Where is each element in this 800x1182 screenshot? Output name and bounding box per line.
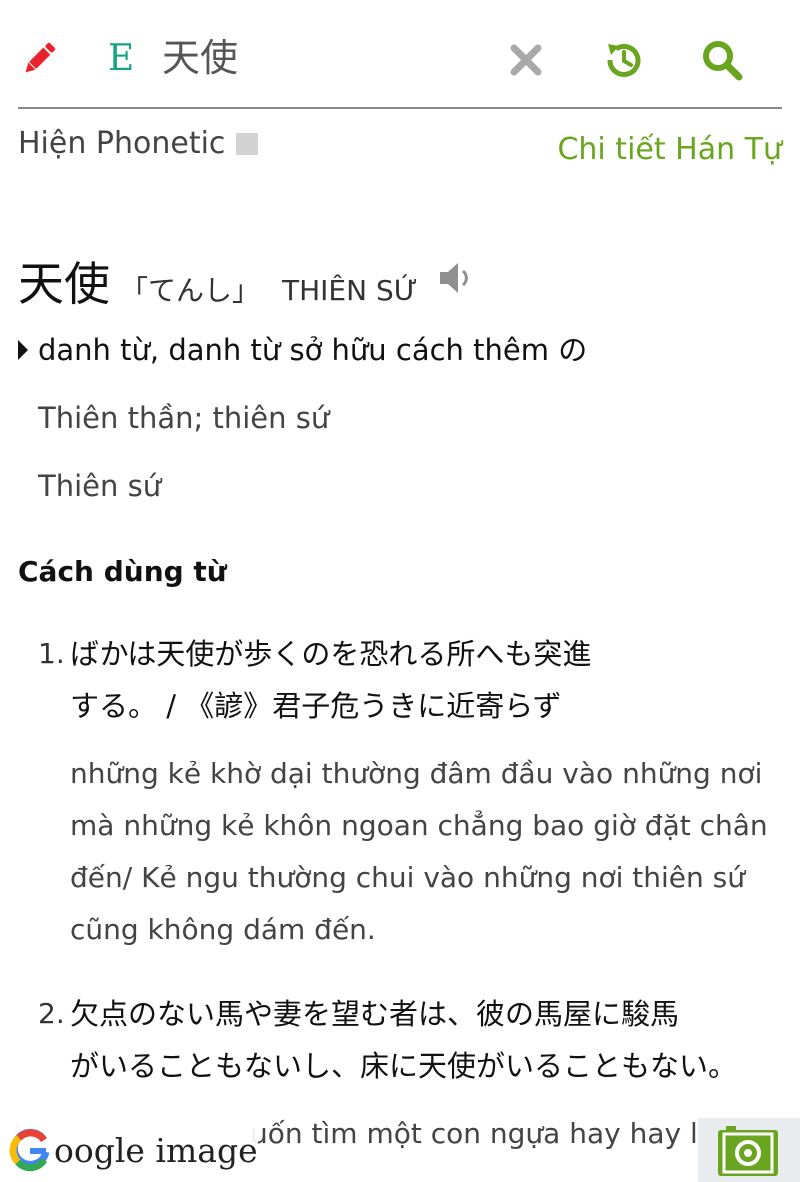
usage-heading: Cách dùng từ	[18, 555, 227, 588]
kanji-detail-link[interactable]: Chi tiết Hán Tự	[557, 128, 782, 172]
google-image-label: oogle image	[54, 1130, 258, 1170]
search-icon[interactable]	[700, 38, 744, 82]
camera-icon	[718, 1126, 778, 1176]
meaning-item: Thiên thần; thiên sứ	[38, 401, 330, 435]
camera-button[interactable]	[698, 1118, 800, 1182]
google-g-icon	[9, 1128, 50, 1172]
history-icon[interactable]	[602, 38, 646, 82]
part-of-speech: danh từ, danh từ sở hữu cách thêm の	[18, 328, 587, 372]
entry-hanviet: THIÊN SỨ	[282, 274, 418, 307]
example-vietnamese: những kẻ khờ dại thường đâm đầu vào nhữn…	[70, 757, 768, 946]
close-icon[interactable]	[508, 42, 544, 78]
phonetic-toggle-label[interactable]: Hiện Phonetic	[18, 122, 225, 166]
example-number: 2.	[38, 997, 65, 1030]
entry-word: 天使	[18, 257, 110, 311]
meaning-item: Thiên sứ	[38, 469, 162, 503]
language-toggle-button[interactable]: E	[108, 38, 134, 80]
speaker-icon[interactable]	[438, 258, 476, 298]
example-vietnamese: uốn tìm một con ngựa hay hay l	[250, 1117, 698, 1150]
example-number: 1.	[38, 637, 65, 670]
search-input[interactable]: 天使	[162, 34, 238, 82]
entry-header: 天使 「てんし」 THIÊN SỨ	[18, 248, 418, 311]
phonetic-checkbox[interactable]	[236, 133, 258, 155]
caret-right-icon	[18, 340, 28, 360]
pencil-icon[interactable]	[18, 38, 60, 80]
example-japanese: 欠点のない馬や妻を望む者は、彼の馬屋に駿馬 がいることもないし、床に天使がいるこ…	[70, 997, 738, 1083]
part-of-speech-text: danh từ, danh từ sở hữu cách thêm の	[38, 333, 588, 367]
google-image-button[interactable]: oogle image	[8, 1118, 258, 1182]
example-japanese: ばかは天使が歩くのを恐れる所へも突進 する。 / 《諺》君子危うきに近寄らず	[70, 637, 592, 723]
entry-reading: 「てんし」	[120, 274, 261, 307]
